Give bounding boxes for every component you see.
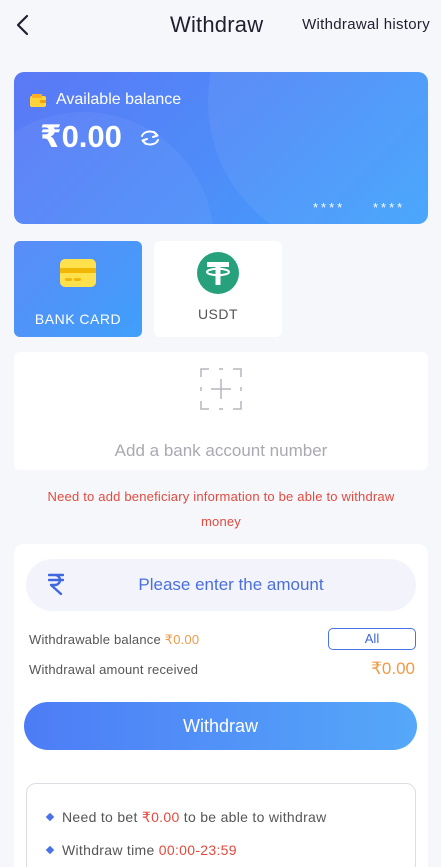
rule-bet-requirement: Need to bet ₹0.00 to be able to withdraw [45, 809, 327, 826]
withdraw-button[interactable]: Withdraw [24, 702, 417, 750]
back-button[interactable] [12, 12, 36, 38]
bullet-diamond-icon [45, 812, 55, 822]
bullet-diamond-icon [45, 845, 55, 855]
add-bank-label: Add a bank account number [114, 441, 328, 460]
tab-bank-card[interactable]: BANK CARD [14, 241, 142, 337]
top-bar: Withdraw Withdrawal history [0, 0, 441, 52]
add-icon [200, 368, 242, 410]
rule-value: 00:00-23:59 [158, 842, 237, 858]
all-button[interactable]: All [328, 628, 416, 650]
card-number-mask: **** [313, 200, 346, 215]
balance-card: Available balance ₹0.00 **** **** [14, 72, 428, 224]
add-bank-account-button[interactable]: Add a bank account number [14, 352, 428, 470]
refresh-icon[interactable] [138, 128, 162, 148]
beneficiary-warning: Need to add beneficiary information to b… [14, 484, 428, 534]
rupee-icon [48, 573, 64, 595]
withdrawable-balance-label: Withdrawable balance [29, 632, 161, 647]
available-balance-label: Available balance [56, 91, 182, 108]
tab-label: USDT [197, 306, 239, 322]
tether-icon [197, 252, 239, 294]
rule-text: Withdraw time [62, 842, 155, 858]
warning-line: Need to add beneficiary information to b… [47, 489, 395, 504]
available-balance-amount: ₹0.00 [40, 119, 122, 154]
rule-value: ₹0.00 [141, 809, 180, 825]
withdraw-form: Withdrawable balance ₹0.00 All Withdrawa… [14, 544, 428, 867]
withdraw-rules: Need to bet ₹0.00 to be able to withdraw… [26, 783, 416, 867]
rule-withdraw-time: Withdraw time 00:00-23:59 [45, 842, 237, 858]
amount-received-label: Withdrawal amount received [29, 662, 199, 677]
amount-field[interactable] [26, 559, 416, 611]
card-number-mask: **** [373, 200, 406, 215]
warning-line: money [200, 514, 242, 529]
chevron-left-icon [16, 14, 29, 36]
tab-label: BANK CARD [34, 311, 122, 327]
bank-card-icon [60, 259, 96, 287]
rule-text: to be able to withdraw [183, 809, 327, 825]
amount-input[interactable] [86, 559, 406, 611]
tab-usdt[interactable]: USDT [154, 241, 282, 337]
rule-text: Need to bet [62, 809, 138, 825]
withdrawal-history-link[interactable]: Withdrawal history [302, 16, 430, 33]
page-title: Withdraw [170, 12, 264, 37]
withdrawable-balance-value: ₹0.00 [164, 632, 200, 647]
amount-received-value: ₹0.00 [371, 659, 415, 678]
withdrawable-balance-row: Withdrawable balance ₹0.00 [29, 632, 199, 648]
wallet-icon [30, 94, 46, 107]
